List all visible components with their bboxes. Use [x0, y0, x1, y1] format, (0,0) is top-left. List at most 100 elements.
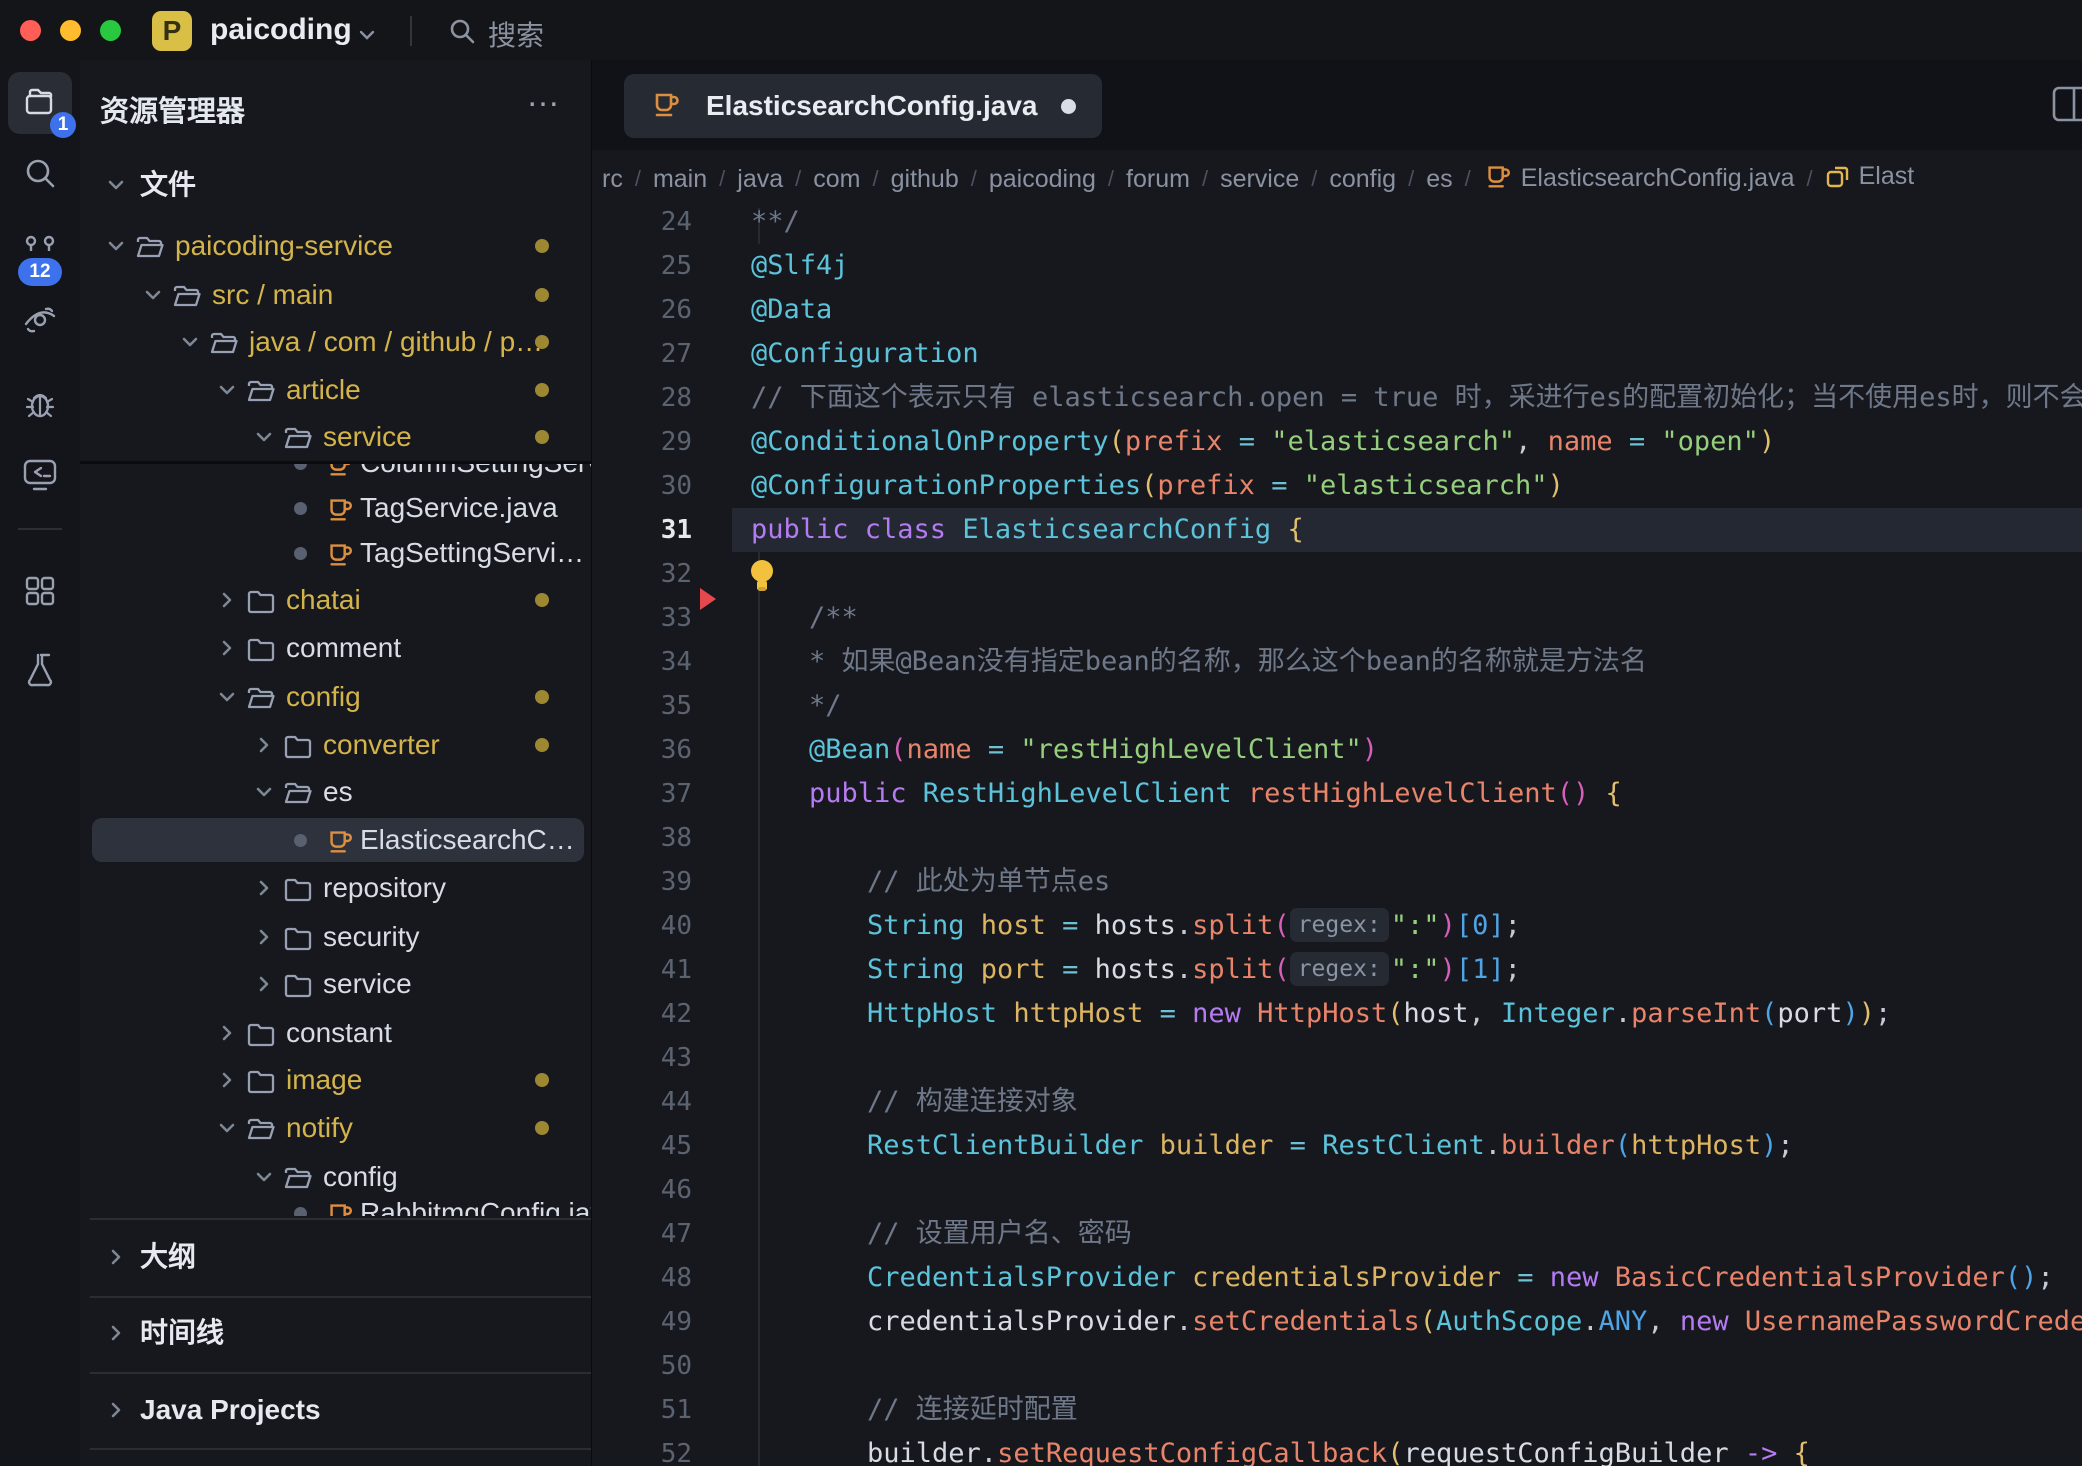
- code-line-24[interactable]: 24 **/: [592, 208, 2082, 244]
- code-line-25[interactable]: 25@Slf4j: [592, 244, 2082, 288]
- tree-item-notify[interactable]: notify: [80, 1106, 592, 1150]
- breadcrumb-item[interactable]: es: [1426, 165, 1452, 194]
- code-line-29[interactable]: 29@ConditionalOnProperty(prefix = "elast…: [592, 420, 2082, 464]
- code-line-44[interactable]: 44// 构建连接对象: [592, 1080, 2082, 1124]
- code-line-46[interactable]: 46: [592, 1168, 2082, 1212]
- code-line-42[interactable]: 42HttpHost httpHost = new HttpHost(host,…: [592, 992, 2082, 1036]
- breadcrumb-item[interactable]: ElasticsearchConfig.java: [1483, 161, 1795, 198]
- tree-item-image[interactable]: image: [80, 1058, 592, 1102]
- code-line-48[interactable]: 48CredentialsProvider credentialsProvide…: [592, 1256, 2082, 1300]
- sidebar-section-大纲[interactable]: 大纲: [80, 1235, 592, 1279]
- code-line-38[interactable]: 38: [592, 816, 2082, 860]
- tree-item-label: converter: [323, 723, 440, 767]
- code-line-26[interactable]: 26@Data: [592, 288, 2082, 332]
- close-button[interactable]: [20, 20, 41, 41]
- lightbulb-icon[interactable]: [744, 556, 780, 600]
- breadcrumb-item[interactable]: main: [653, 165, 707, 194]
- project-name[interactable]: paicoding: [210, 13, 352, 47]
- line-number: 49: [592, 1300, 692, 1344]
- breadcrumb-item[interactable]: Elast: [1825, 162, 1915, 196]
- code-line-50[interactable]: 50: [592, 1344, 2082, 1388]
- code-line-40[interactable]: 40String host = hosts.split(regex:":")[0…: [592, 904, 2082, 948]
- code-line-37[interactable]: 37public RestHighLevelClient restHighLev…: [592, 772, 2082, 816]
- tree-item-constant[interactable]: constant: [80, 1011, 592, 1055]
- tree-item-elasticsearchc[interactable]: ElasticsearchC…: [80, 818, 592, 862]
- sidebar-item-extensions[interactable]: [8, 560, 72, 622]
- code-line-43[interactable]: 43: [592, 1036, 2082, 1080]
- breadcrumb-item[interactable]: github: [891, 165, 959, 194]
- code-line-52[interactable]: 52builder.setRequestConfigCallback(reque…: [592, 1432, 2082, 1466]
- tree-item-article[interactable]: article: [80, 368, 592, 412]
- breadcrumb-item[interactable]: paicoding: [989, 165, 1096, 194]
- code-text: /**: [809, 596, 858, 640]
- code-line-32[interactable]: 32: [592, 552, 2082, 596]
- tree-item-tagsettingservi[interactable]: TagSettingServi…: [80, 531, 592, 575]
- minimize-button[interactable]: [60, 20, 81, 41]
- sidebar-item-tests[interactable]: [8, 638, 72, 700]
- tree-item-service[interactable]: service: [80, 962, 592, 1006]
- split-editor-icon[interactable]: [2052, 84, 2082, 124]
- breadcrumb-item[interactable]: forum: [1126, 165, 1190, 194]
- tab-label: ElasticsearchConfig.java: [706, 90, 1037, 122]
- code-line-39[interactable]: 39// 此处为单节点es: [592, 860, 2082, 904]
- line-number: 36: [592, 728, 692, 772]
- tree-item-security[interactable]: security: [80, 915, 592, 959]
- folder-icon: [246, 1114, 276, 1144]
- tree-item-tagservice-java[interactable]: TagService.java: [80, 486, 592, 530]
- breadcrumb-item[interactable]: service: [1220, 165, 1299, 194]
- sidebar-item-watch[interactable]: [8, 288, 72, 350]
- code-line-27[interactable]: 27@Configuration: [592, 332, 2082, 376]
- code-line-41[interactable]: 41String port = hosts.split(regex:":")[1…: [592, 948, 2082, 992]
- code-line-28[interactable]: 28// 下面这个表示只有 elasticsearch.open = true …: [592, 376, 2082, 420]
- git-modified-dot: [535, 288, 549, 302]
- sidebar-item-remote-terminal[interactable]: [8, 444, 72, 506]
- code-line-34[interactable]: 34 * 如果@Bean没有指定bean的名称，那么这个bean的名称就是方法名: [592, 640, 2082, 684]
- breadcrumb-item[interactable]: rc: [602, 165, 623, 194]
- more-actions-icon[interactable]: …: [526, 76, 562, 115]
- code-line-33[interactable]: 33/**: [592, 596, 2082, 640]
- tree-item-service[interactable]: service: [80, 415, 592, 459]
- tree-item-es[interactable]: es: [80, 770, 592, 814]
- sidebar-section-java-projects[interactable]: Java Projects: [80, 1388, 592, 1432]
- sidebar-item-source-control[interactable]: 12: [8, 218, 72, 280]
- chevron-down-icon[interactable]: [356, 24, 378, 52]
- zoom-button[interactable]: [100, 20, 121, 41]
- tree-item-repository[interactable]: repository: [80, 866, 592, 910]
- search-icon: [22, 155, 58, 191]
- line-number: 47: [592, 1212, 692, 1256]
- tree-item-config[interactable]: config: [80, 675, 592, 719]
- code-editor[interactable]: 24 **/25@Slf4j26@Data27@Configuration28/…: [592, 208, 2082, 1466]
- tree-item-comment[interactable]: comment: [80, 626, 592, 670]
- code-text: @ConditionalOnProperty(prefix = "elastic…: [751, 420, 1775, 464]
- tree-item-src-main[interactable]: src / main: [80, 273, 592, 317]
- tree-item-文件[interactable]: 文件: [80, 163, 592, 207]
- tree-item-converter[interactable]: converter: [80, 723, 592, 767]
- breadcrumb-item[interactable]: java: [737, 165, 783, 194]
- breadcrumb-separator: /: [959, 166, 989, 192]
- breadcrumb-item[interactable]: config: [1329, 165, 1396, 194]
- sidebar-item-search[interactable]: [8, 142, 72, 204]
- sidebar-item-explorer[interactable]: 1: [8, 72, 72, 134]
- code-line-47[interactable]: 47// 设置用户名、密码: [592, 1212, 2082, 1256]
- code-line-51[interactable]: 51// 连接延时配置: [592, 1388, 2082, 1432]
- sidebar-item-debug[interactable]: [8, 372, 72, 434]
- tree-item-rabbitmqconfig-java[interactable]: RabbitmqConfig.java: [80, 1191, 592, 1235]
- code-line-31[interactable]: 31public class ElasticsearchConfig {: [592, 508, 2082, 552]
- tab-elasticsearchconfig[interactable]: ElasticsearchConfig.java: [624, 74, 1102, 138]
- tree-item-label: repository: [323, 866, 446, 910]
- code-line-45[interactable]: 45RestClientBuilder builder = RestClient…: [592, 1124, 2082, 1168]
- global-search[interactable]: 搜索: [448, 14, 544, 54]
- tree-item-chatai[interactable]: chatai: [80, 578, 592, 622]
- line-number: 46: [592, 1168, 692, 1212]
- code-line-36[interactable]: 36@Bean(name = "restHighLevelClient"): [592, 728, 2082, 772]
- code-line-35[interactable]: 35 */: [592, 684, 2082, 728]
- extensions-icon: [22, 573, 58, 609]
- marker-arrow-icon[interactable]: [700, 588, 716, 610]
- code-line-49[interactable]: 49credentialsProvider.setCredentials(Aut…: [592, 1300, 2082, 1344]
- folder-icon: [283, 731, 313, 761]
- tree-item-paicoding-service[interactable]: paicoding-service: [80, 224, 592, 268]
- tree-item-java-com-github-p[interactable]: java / com / github / p…: [80, 320, 592, 364]
- code-line-30[interactable]: 30@ConfigurationProperties(prefix = "ela…: [592, 464, 2082, 508]
- breadcrumb-item[interactable]: com: [813, 165, 860, 194]
- sidebar-section-时间线[interactable]: 时间线: [80, 1311, 592, 1355]
